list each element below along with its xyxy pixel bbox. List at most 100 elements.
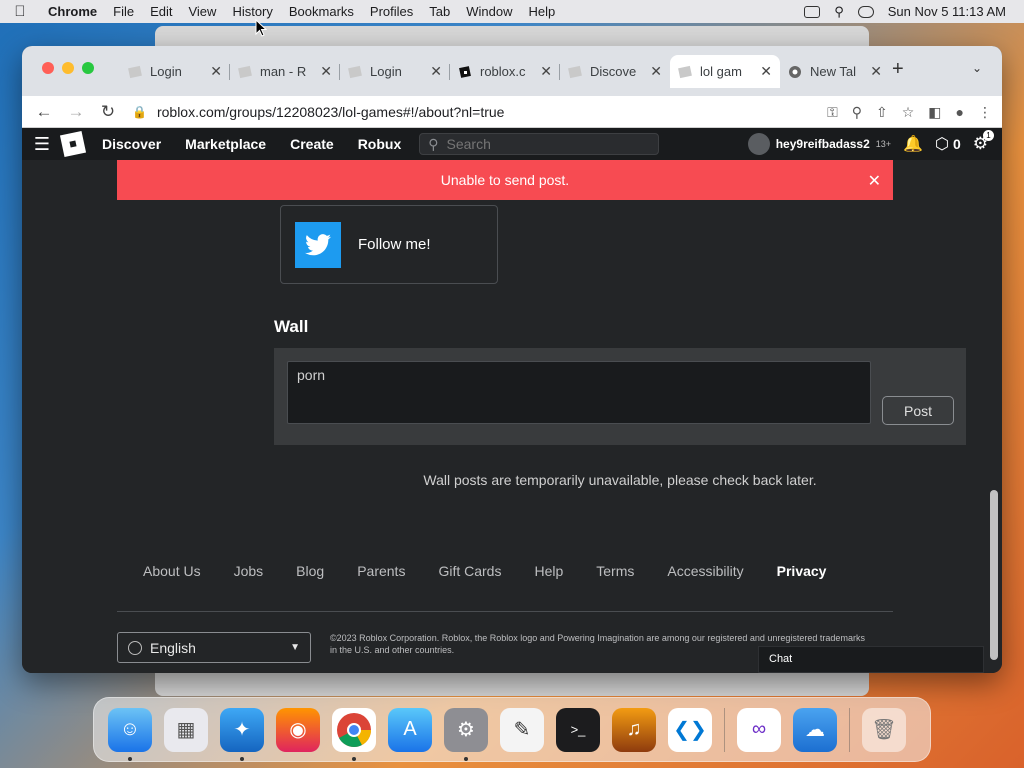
- menu-file[interactable]: File: [105, 4, 142, 19]
- back-arrow-icon[interactable]: ←: [28, 102, 60, 122]
- macos-menu-bar:  Chrome File Edit View History Bookmark…: [0, 0, 1024, 23]
- roblox-page-icon: [128, 65, 142, 79]
- side-panel-icon[interactable]: ◧: [928, 104, 941, 121]
- new-tab-plus-icon[interactable]: +: [892, 58, 904, 81]
- search-icon: ⚲: [428, 135, 439, 152]
- vscode-icon[interactable]: ❮❯: [668, 707, 712, 752]
- textedit-icon[interactable]: ✎: [500, 707, 544, 752]
- tab-login-1[interactable]: Login ✕: [120, 55, 230, 88]
- menu-window[interactable]: Window: [458, 4, 520, 19]
- wall-post-input[interactable]: [287, 361, 871, 424]
- chat-bar[interactable]: Chat: [758, 646, 984, 673]
- tab-title: man - R: [260, 64, 307, 79]
- username[interactable]: hey9reifbadass2: [776, 137, 870, 151]
- terminal-icon[interactable]: >_: [556, 707, 600, 752]
- reload-icon[interactable]: ↻: [92, 102, 124, 122]
- safari-icon[interactable]: ✦: [220, 707, 264, 761]
- post-button[interactable]: Post: [882, 396, 954, 425]
- footer-help[interactable]: Help: [534, 563, 563, 579]
- maximize-window-button[interactable]: [82, 62, 94, 74]
- menu-profiles[interactable]: Profiles: [362, 4, 421, 19]
- robux-icon[interactable]: ⬡: [935, 134, 949, 154]
- profile-icon[interactable]: ●: [956, 104, 964, 120]
- roblox-page-icon: [348, 65, 362, 79]
- trash-icon[interactable]: 🗑: [862, 707, 906, 752]
- share-icon[interactable]: ⇧: [876, 104, 888, 121]
- robux-count[interactable]: 0: [953, 136, 961, 152]
- tab-discover[interactable]: Discove ✕: [560, 55, 670, 88]
- bookmark-star-icon[interactable]: ☆: [902, 104, 915, 121]
- key-icon[interactable]: ⚿: [827, 104, 838, 121]
- firefox-icon[interactable]: ◉: [276, 707, 320, 752]
- scrollbar[interactable]: [990, 490, 998, 660]
- tab-title: lol gam: [700, 64, 742, 79]
- settings-gear-icon[interactable]: ⚙ 1: [973, 130, 994, 154]
- minimize-window-button[interactable]: [62, 62, 74, 74]
- close-tab-icon[interactable]: ✕: [540, 63, 552, 80]
- footer-privacy[interactable]: Privacy: [777, 563, 827, 579]
- tab-login-2[interactable]: Login ✕: [340, 55, 450, 88]
- nav-discover[interactable]: Discover: [102, 136, 161, 152]
- nav-create[interactable]: Create: [290, 136, 334, 152]
- close-tab-icon[interactable]: ✕: [320, 63, 332, 80]
- window-controls: [42, 62, 94, 74]
- url-text[interactable]: roblox.com/groups/12208023/lol-games#!/a…: [157, 104, 505, 120]
- tab-man[interactable]: man - R ✕: [230, 55, 340, 88]
- search-input[interactable]: [446, 136, 647, 152]
- menu-tab[interactable]: Tab: [421, 4, 458, 19]
- tab-new-tab[interactable]: New Tal ✕: [780, 55, 890, 88]
- tab-lol-games[interactable]: lol gam ✕: [670, 55, 780, 88]
- apple-menu-icon[interactable]: : [0, 3, 40, 20]
- menu-edit[interactable]: Edit: [142, 4, 180, 19]
- notifications-bell-icon[interactable]: 🔔: [903, 134, 923, 154]
- close-alert-icon[interactable]: ✕: [868, 171, 881, 191]
- visual-studio-icon[interactable]: ∞: [737, 707, 781, 752]
- footer-parents[interactable]: Parents: [357, 563, 405, 579]
- screen-mirroring-icon[interactable]: [804, 5, 821, 18]
- garageband-icon[interactable]: ♫: [612, 707, 656, 752]
- social-link-card[interactable]: Follow me!: [280, 205, 498, 284]
- lock-icon[interactable]: 🔒: [132, 105, 147, 119]
- footer-jobs[interactable]: Jobs: [234, 563, 264, 579]
- footer-gift-cards[interactable]: Gift Cards: [438, 563, 501, 579]
- app-store-icon[interactable]: A: [388, 707, 432, 752]
- system-settings-icon[interactable]: ⚙: [444, 707, 488, 761]
- nav-marketplace[interactable]: Marketplace: [185, 136, 266, 152]
- footer-about-us[interactable]: About Us: [143, 563, 201, 579]
- menu-history[interactable]: History: [224, 4, 280, 19]
- chrome-icon[interactable]: [332, 707, 376, 761]
- zoom-icon[interactable]: ⚲: [852, 104, 862, 121]
- close-window-button[interactable]: [42, 62, 54, 74]
- finder-icon[interactable]: ☺: [108, 707, 152, 761]
- tab-search-chevron-icon[interactable]: ⌄: [972, 61, 982, 75]
- close-tab-icon[interactable]: ✕: [210, 63, 222, 80]
- nav-robux[interactable]: Robux: [358, 136, 402, 152]
- more-menu-icon[interactable]: ⋮: [978, 104, 992, 121]
- control-center-icon[interactable]: [857, 5, 874, 18]
- hamburger-menu-icon[interactable]: ☰: [22, 134, 62, 155]
- spotlight-icon[interactable]: ⚲: [834, 4, 844, 20]
- footer-accessibility[interactable]: Accessibility: [667, 563, 743, 579]
- search-box[interactable]: ⚲: [419, 133, 660, 155]
- footer-blog[interactable]: Blog: [296, 563, 324, 579]
- roblox-logo-icon[interactable]: [59, 130, 87, 158]
- menu-bookmarks[interactable]: Bookmarks: [281, 4, 362, 19]
- language-selector[interactable]: English ▼: [117, 632, 311, 663]
- avatar[interactable]: [747, 133, 770, 155]
- close-tab-icon[interactable]: ✕: [430, 63, 442, 80]
- address-bar[interactable]: 🔒 roblox.com/groups/12208023/lol-games#!…: [132, 104, 504, 120]
- footer-terms[interactable]: Terms: [596, 563, 634, 579]
- weather-icon[interactable]: ☁: [793, 707, 837, 752]
- forward-arrow-icon[interactable]: →: [60, 102, 92, 122]
- launchpad-icon[interactable]: ▦: [164, 707, 208, 752]
- menu-view[interactable]: View: [180, 4, 224, 19]
- menu-app-name[interactable]: Chrome: [40, 4, 105, 19]
- tab-roblox[interactable]: roblox.c ✕: [450, 55, 560, 88]
- toolbar-actions: ⚿ ⚲ ⇧ ☆ ◧ ● ⋮: [827, 96, 992, 128]
- close-tab-icon[interactable]: ✕: [870, 63, 882, 80]
- footer-links: About Us Jobs Blog Parents Gift Cards He…: [143, 563, 826, 579]
- menu-help[interactable]: Help: [521, 4, 564, 19]
- close-tab-icon[interactable]: ✕: [650, 63, 662, 80]
- menu-datetime[interactable]: Sun Nov 5 11:13 AM: [888, 4, 1006, 19]
- close-tab-icon[interactable]: ✕: [760, 63, 772, 80]
